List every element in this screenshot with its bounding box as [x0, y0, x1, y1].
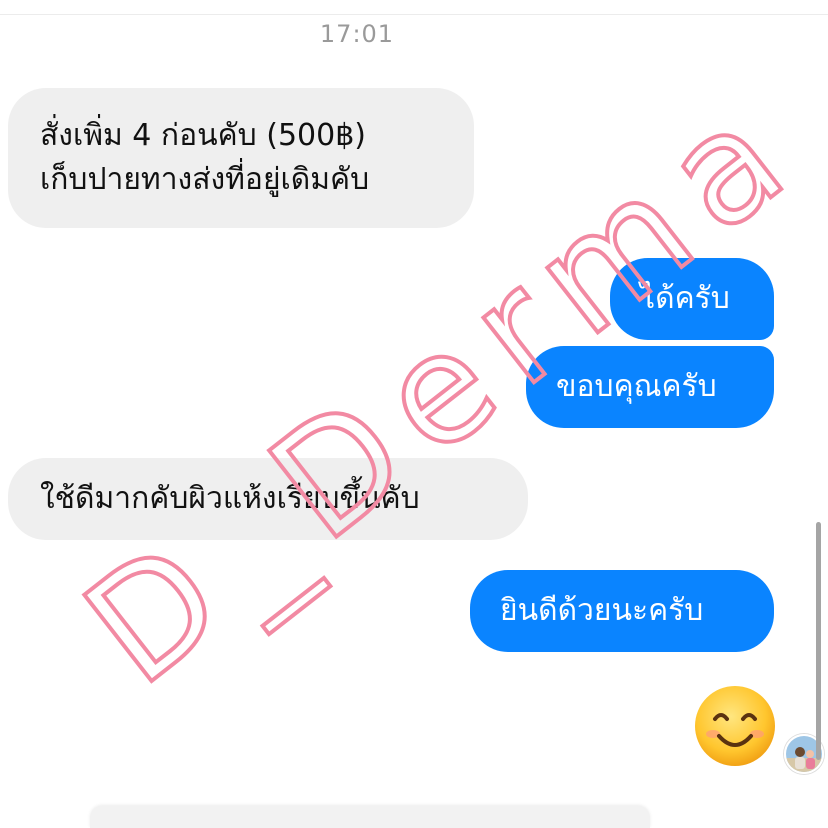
message-timestamp: 17:01: [319, 20, 395, 48]
top-divider: [0, 0, 828, 15]
outgoing-message-bubble[interactable]: ยินดีด้วยนะครับ: [470, 570, 774, 652]
message-text-line: สั่งเพิ่ม 4 ก่อนคับ (500฿): [40, 118, 367, 153]
message-input-bar[interactable]: [90, 806, 650, 828]
incoming-message-bubble[interactable]: สั่งเพิ่ม 4 ก่อนคับ (500฿) เก็บปายทางส่ง…: [8, 88, 474, 228]
message-text-line: เก็บปายทางส่งที่อยู่เดิมคับ: [40, 162, 370, 197]
outgoing-message-bubble[interactable]: ขอบคุณครับ: [526, 346, 774, 428]
message-text: ได้ครับ: [640, 281, 730, 316]
message-text: ใช้ดีมากคับผิวแห้งเรียบขึ้นคับ: [40, 481, 420, 516]
scrollbar[interactable]: [816, 522, 821, 760]
smiling-face-emoji-icon[interactable]: [693, 684, 777, 768]
message-text: ขอบคุณครับ: [556, 369, 717, 404]
incoming-message-bubble[interactable]: ใช้ดีมากคับผิวแห้งเรียบขึ้นคับ: [8, 458, 528, 540]
message-text: ยินดีด้วยนะครับ: [500, 593, 704, 628]
outgoing-message-bubble[interactable]: ได้ครับ: [610, 258, 774, 340]
chat-screen: 17:01 สั่งเพิ่ม 4 ก่อนคับ (500฿) เก็บปาย…: [0, 0, 828, 828]
